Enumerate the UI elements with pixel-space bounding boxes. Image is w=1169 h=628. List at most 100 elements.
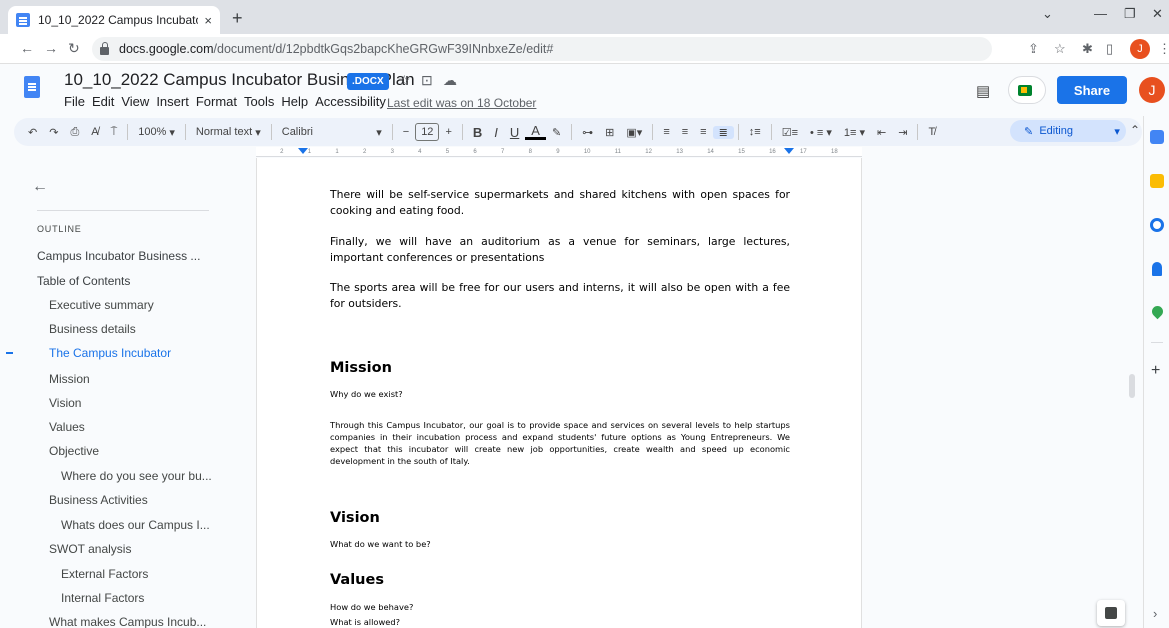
document-page[interactable]: There will be self-service supermarkets … — [256, 158, 862, 628]
menu-edit[interactable]: Edit — [92, 94, 114, 109]
url-bar[interactable]: docs.google.com /document/d/12pbdtkGqs2b… — [92, 37, 992, 61]
back-icon[interactable]: ← — [20, 40, 34, 56]
close-window-icon[interactable]: ✕ — [1152, 6, 1163, 22]
cloud-status-icon[interactable]: ☁ — [443, 72, 457, 89]
outline-item[interactable]: External Factors — [61, 567, 148, 581]
maps-icon[interactable] — [1149, 303, 1166, 320]
menu-accessibility[interactable]: Accessibility — [315, 94, 386, 109]
line-spacing-icon[interactable]: ↕≡ — [743, 126, 767, 138]
increase-indent-icon[interactable]: ⇥ — [892, 126, 913, 139]
new-tab-button[interactable]: + — [232, 8, 243, 29]
underline-button[interactable]: U — [504, 125, 525, 140]
share-button[interactable]: Share — [1057, 76, 1127, 104]
undo-icon[interactable]: ↶ — [22, 126, 43, 139]
move-folder-icon[interactable]: ⊡ — [421, 72, 433, 89]
italic-button[interactable]: I — [488, 125, 504, 140]
menu-tools[interactable]: Tools — [244, 94, 274, 109]
clear-formatting-icon[interactable]: T̸ — [922, 126, 941, 138]
ruler-tick: 1 — [335, 148, 339, 155]
expand-panel-icon[interactable]: › — [1153, 606, 1157, 621]
menu-format[interactable]: Format — [196, 94, 237, 109]
numbered-list-icon[interactable]: 1≡ ▾ — [838, 126, 871, 139]
print-icon[interactable]: ⎙ — [64, 126, 85, 139]
tab-search-icon[interactable]: ⌄ — [1042, 6, 1053, 22]
font-size-input[interactable]: 12 — [415, 123, 440, 141]
close-tab-icon[interactable]: × — [204, 13, 212, 28]
outline-item[interactable]: Where do you see your bu... — [61, 469, 212, 483]
bookmark-star-icon[interactable]: ☆ — [1054, 41, 1066, 57]
extensions-icon[interactable]: ✱ — [1082, 41, 1093, 57]
align-left-icon[interactable]: ≡ — [657, 126, 675, 138]
horizontal-ruler[interactable]: 2 1 1 2 3 4 5 6 7 8 9 10 11 12 13 14 15 … — [256, 147, 862, 157]
explore-button[interactable] — [1097, 600, 1125, 626]
user-avatar[interactable]: J — [1139, 77, 1165, 103]
browser-tab[interactable]: 10_10_2022 Campus Incubator B × — [8, 6, 220, 34]
justify-icon[interactable]: ≣ — [712, 125, 734, 139]
comment-history-icon[interactable]: ▤ — [976, 82, 990, 100]
outline-item[interactable]: What makes Campus Incub... — [49, 615, 206, 628]
left-indent-marker[interactable] — [298, 148, 308, 154]
outline-item[interactable]: Internal Factors — [61, 591, 144, 605]
menu-view[interactable]: View — [121, 94, 149, 109]
meet-button[interactable] — [1008, 76, 1046, 104]
contacts-icon[interactable] — [1152, 262, 1162, 276]
close-outline-icon[interactable]: ← — [32, 178, 48, 196]
docs-logo-icon[interactable] — [24, 76, 40, 98]
reload-icon[interactable]: ↻ — [68, 40, 80, 57]
minimize-icon[interactable]: — — [1094, 6, 1107, 21]
editing-mode-select[interactable]: ✎ Editing ▾ — [1010, 120, 1126, 142]
star-icon[interactable]: ☆ — [398, 72, 411, 89]
side-panel-icon[interactable]: ▯ — [1106, 41, 1113, 57]
outline-item[interactable]: Table of Contents — [37, 274, 130, 288]
heading-mission: Mission — [330, 360, 392, 376]
last-edit-link[interactable]: Last edit was on 18 October — [387, 96, 536, 110]
outline-item[interactable]: Executive summary — [49, 298, 154, 312]
menu-help[interactable]: Help — [281, 94, 308, 109]
outline-item[interactable]: Campus Incubator Business ... — [37, 249, 200, 263]
outline-item[interactable]: Whats does our Campus I... — [61, 518, 210, 532]
add-addon-icon[interactable]: + — [1151, 362, 1160, 380]
calendar-icon[interactable] — [1150, 130, 1164, 144]
redo-icon[interactable]: ↷ — [43, 126, 64, 139]
keep-icon[interactable] — [1150, 174, 1164, 188]
right-indent-marker[interactable] — [784, 148, 794, 154]
font-size-decrease-button[interactable]: − — [397, 126, 415, 138]
outline-item[interactable]: SWOT analysis — [49, 542, 131, 556]
bold-button[interactable]: B — [467, 125, 488, 140]
menu-file[interactable]: File — [64, 94, 85, 109]
outline-item[interactable]: Vision — [49, 396, 81, 410]
font-size-increase-button[interactable]: + — [439, 126, 457, 138]
link-icon[interactable]: ⊶ — [576, 126, 599, 139]
restore-icon[interactable]: ❐ — [1124, 6, 1136, 22]
scrollbar-thumb[interactable] — [1129, 374, 1135, 398]
profile-avatar[interactable]: J — [1130, 39, 1150, 59]
outline-item[interactable]: Objective — [49, 444, 99, 458]
paint-format-icon[interactable]: ⍑ — [105, 126, 124, 139]
bulleted-list-icon[interactable]: • ≡ ▾ — [804, 126, 838, 139]
tasks-icon[interactable] — [1150, 218, 1164, 232]
paragraph: How do we behave? — [330, 602, 414, 612]
text-color-button[interactable]: A — [525, 124, 546, 140]
highlight-icon[interactable]: ✎ — [546, 126, 567, 139]
outline-item-active[interactable]: The Campus Incubator — [49, 346, 171, 360]
align-right-icon[interactable]: ≡ — [694, 126, 712, 138]
font-select[interactable]: Calibri ▾ — [276, 126, 388, 139]
zoom-select[interactable]: 100% ▾ — [132, 126, 181, 139]
align-center-icon[interactable]: ≡ — [676, 126, 694, 138]
outline-item[interactable]: Business Activities — [49, 493, 148, 507]
outline-item[interactable]: Business details — [49, 322, 136, 336]
outline-item[interactable]: Mission — [49, 372, 90, 386]
forward-icon[interactable]: → — [44, 40, 58, 56]
add-comment-icon[interactable]: ⊞ — [599, 126, 620, 139]
paragraph: Why do we exist? — [330, 389, 403, 399]
checklist-icon[interactable]: ☑≡ — [776, 126, 804, 139]
insert-image-icon[interactable]: ▣▾ — [620, 126, 648, 139]
style-select[interactable]: Normal text ▾ — [190, 126, 267, 139]
hide-menus-icon[interactable]: ⌃ — [1130, 123, 1140, 137]
spellcheck-icon[interactable]: A̸ — [85, 126, 104, 138]
outline-item[interactable]: Values — [49, 420, 85, 434]
browser-menu-icon[interactable]: ⋮ — [1158, 41, 1169, 57]
share-page-icon[interactable]: ⇪ — [1028, 41, 1039, 57]
menu-insert[interactable]: Insert — [156, 94, 189, 109]
decrease-indent-icon[interactable]: ⇤ — [871, 126, 892, 139]
